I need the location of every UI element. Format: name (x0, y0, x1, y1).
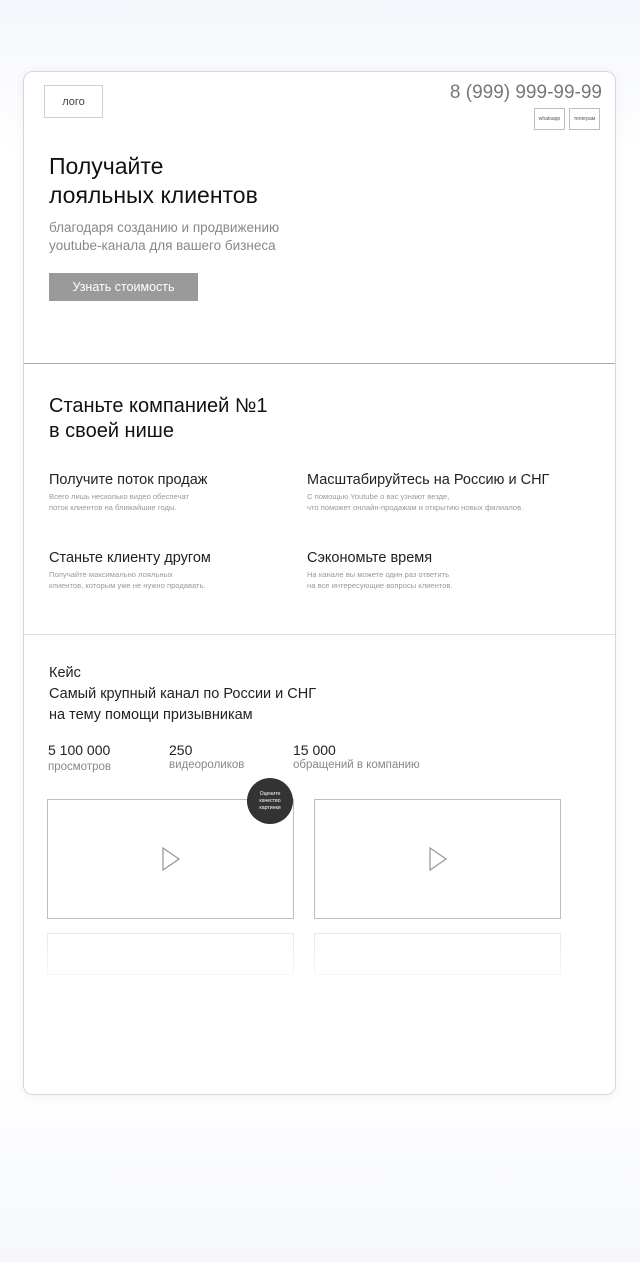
benefit-desc-line: С помощью Youtube о вас узнают везде, (307, 492, 450, 501)
benefit-desc-line: Всего лишь несколько видео обеспечат (49, 492, 190, 501)
stat-value: 15 000 (293, 742, 336, 758)
hero-title-line-1: Получайте (49, 153, 164, 179)
case-heading: Кейс Самый крупный канал по России и СНГ… (49, 663, 316, 726)
whatsapp-button[interactable]: whatsapp (534, 108, 565, 130)
benefit-desc-line: На канале вы можете один раз ответить (307, 570, 450, 579)
badge-line: качество (259, 797, 281, 804)
stat-value: 5 100 000 (48, 742, 111, 758)
benefit-desc-line: что поможет онлайн-продажам и открытию н… (307, 503, 524, 512)
benefits-title-line-1: Станьте компанией №1 (49, 395, 268, 417)
badge-line: картинки (259, 804, 281, 811)
play-icon (428, 846, 447, 872)
benefits-title: Станьте компанией №1 в своей нише (49, 394, 267, 444)
benefit-item: Станьте клиенту другом Получайте максима… (49, 550, 319, 591)
hero-title: Получайте лояльных клиентов (49, 152, 258, 210)
hero-title-line-2: лояльных клиентов (49, 182, 258, 208)
benefit-title: Масштабируйтесь на Россию и СНГ (307, 472, 550, 488)
video-thumbnail[interactable] (314, 799, 561, 919)
stat-value: 250 (169, 742, 193, 758)
benefit-title: Станьте клиенту другом (49, 550, 211, 566)
phone-number[interactable]: 8 (999) 999-99-99 (450, 82, 602, 104)
rate-quality-badge[interactable]: Оцените качество картинки (247, 778, 293, 824)
logo-placeholder[interactable]: лого (44, 85, 103, 118)
stat-label: просмотров (48, 761, 111, 773)
stat-views: 5 100 000 просмотров (48, 742, 111, 773)
case-label: Кейс (49, 665, 81, 681)
benefit-desc: С помощью Youtube о вас узнают везде, чт… (307, 491, 577, 513)
telegram-button[interactable]: телеграм (569, 108, 600, 130)
stat-label: обращений в компанию (293, 759, 420, 771)
section-divider (24, 634, 615, 635)
benefit-desc: Получайте максимально лояльных клиентов,… (49, 569, 319, 591)
hero-subtitle: благодаря созданию и продвижению youtube… (49, 219, 279, 255)
case-title-line-1: Самый крупный канал по России и СНГ (49, 686, 317, 702)
case-title-line-2: на тему помощи призывникам (49, 707, 253, 723)
benefit-desc-line: клиентов, которым уже не нужно продавать… (49, 581, 206, 590)
benefit-desc: На канале вы можете один раз ответить на… (307, 569, 577, 591)
benefit-title: Получите поток продаж (49, 472, 208, 488)
benefit-item: Получите поток продаж Всего лишь несколь… (49, 472, 319, 513)
benefit-desc-line: поток клиентов на ближайшие годы. (49, 503, 177, 512)
benefit-item: Масштабируйтесь на Россию и СНГ С помощь… (307, 472, 577, 513)
benefit-desc-line: на все интересующие вопросы клиентов. (307, 581, 453, 590)
hero-subtitle-line-1: благодаря созданию и продвижению (49, 220, 280, 235)
benefit-desc: Всего лишь несколько видео обеспечат пот… (49, 491, 319, 513)
stat-videos: 250 видеороликов (169, 742, 244, 771)
benefit-desc-line: Получайте максимально лояльных (49, 570, 173, 579)
benefit-item: Сэкономьте время На канале вы можете оди… (307, 550, 577, 591)
stat-requests: 15 000 обращений в компанию (293, 742, 420, 771)
benefits-title-line-2: в своей нише (49, 420, 174, 442)
section-divider (24, 363, 615, 364)
badge-line: Оцените (259, 790, 281, 797)
get-price-button[interactable]: Узнать стоимость (49, 273, 198, 301)
benefit-title: Сэкономьте время (307, 550, 433, 566)
play-icon (161, 846, 180, 872)
landing-card: лого 8 (999) 999-99-99 whatsapp телеграм… (23, 71, 616, 1095)
stat-label: видеороликов (169, 759, 245, 771)
hero-subtitle-line-2: youtube-канала для вашего бизнеса (49, 238, 276, 253)
bottom-fade (24, 922, 615, 1094)
